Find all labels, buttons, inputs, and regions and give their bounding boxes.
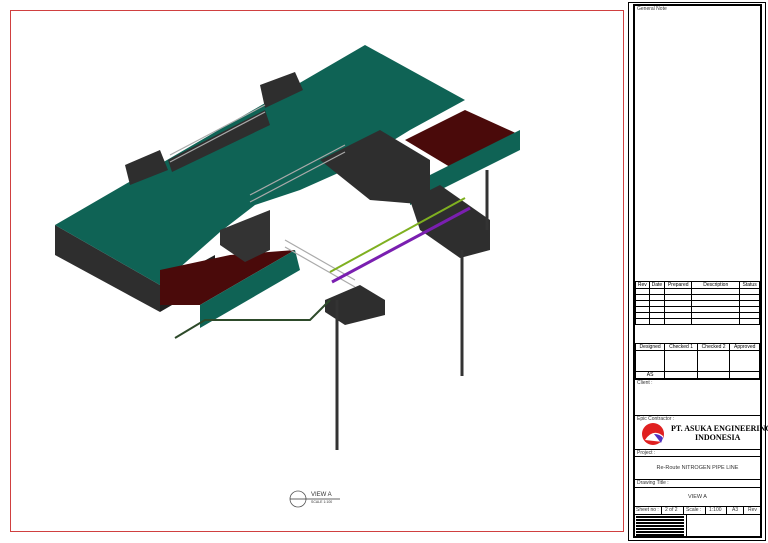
checked1-header: Checked 1	[664, 343, 698, 351]
checked2-header: Checked 2	[696, 343, 731, 351]
paper-size: A3	[732, 507, 739, 513]
block-bottom	[325, 285, 385, 325]
company-logo	[642, 423, 664, 445]
company-name-line1: PT. ASUKA ENGINEERING	[671, 424, 768, 433]
rev-label: Rev	[748, 507, 757, 513]
client-label: Client :	[637, 380, 653, 386]
approved-header: Approved	[729, 343, 760, 351]
view-label: VIEW A	[311, 492, 332, 498]
date-header: Date	[648, 281, 666, 289]
rev-header: Rev	[635, 281, 650, 289]
drawing-title-label: Drawing Title :	[637, 480, 669, 486]
company-name-line2: INDONESIA	[695, 433, 741, 442]
designed-by: AS	[634, 371, 666, 379]
revision-table: Rev Date Prepared Description Status	[635, 281, 760, 325]
scale-value: 1:100	[709, 507, 722, 513]
status-header: Status	[739, 281, 760, 289]
prepared-header: Prepared	[664, 281, 693, 289]
project-name: Re-Route NITROGEN PIPE LINE	[656, 465, 739, 471]
designed-header: Designed	[634, 343, 666, 351]
drawing-title: VIEW A	[688, 494, 707, 500]
drain-line	[174, 299, 331, 339]
company-stamp	[636, 516, 684, 536]
approval-table: Designed Checked 1 Checked 2 Approved AS	[634, 343, 760, 379]
view-scale: SCALE 1:100	[311, 500, 333, 504]
sheet-label: Sheet no :	[636, 507, 659, 513]
scale-label: Scale :	[686, 507, 702, 513]
sheet-value: 2 of 2	[665, 507, 678, 513]
general-note-label: General Note	[637, 6, 667, 12]
platform-model	[55, 45, 520, 450]
description-header: Description	[691, 281, 741, 289]
isometric-model-view	[55, 45, 520, 508]
title-block: General Note Rev Date Prepared Description S…	[633, 4, 768, 538]
